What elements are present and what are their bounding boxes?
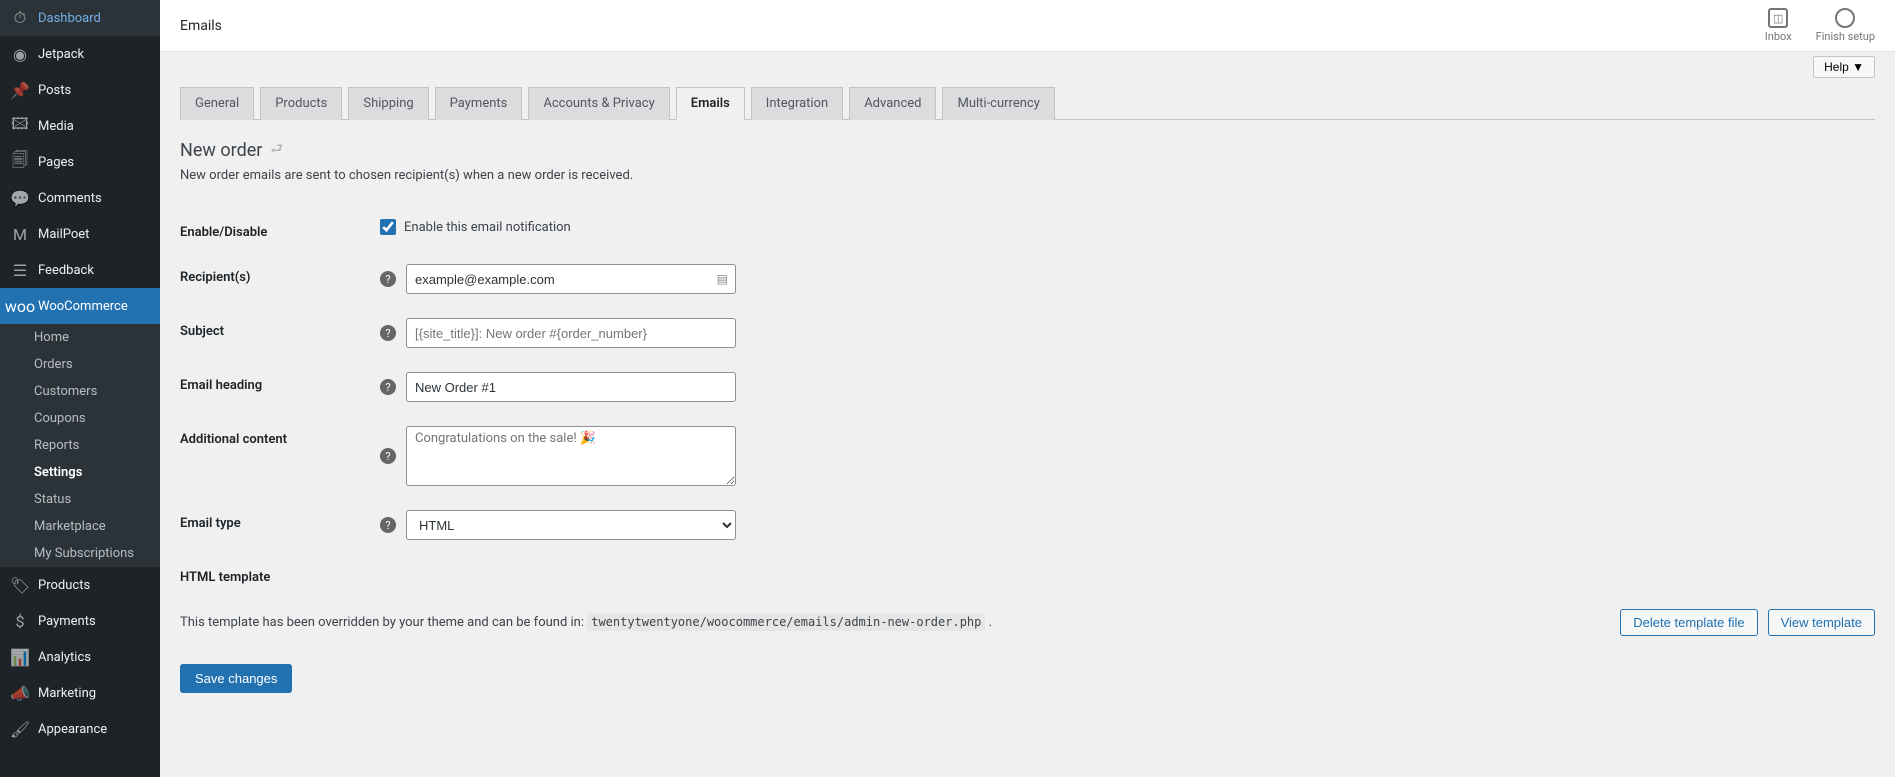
inbox-button[interactable]: ◫ Inbox (1765, 8, 1792, 43)
sidebar-item-jetpack[interactable]: ◉ Jetpack (0, 36, 160, 72)
tab-emails[interactable]: Emails (676, 87, 745, 120)
sidebar-item-label: Analytics (38, 650, 91, 665)
posts-icon: 📌 (10, 80, 30, 100)
jetpack-icon: ◉ (10, 44, 30, 64)
tab-payments[interactable]: Payments (435, 87, 523, 120)
main-content: Emails ◫ Inbox Finish setup Help ▼ Gener… (160, 0, 1895, 777)
sidebar-item-label: Pages (38, 155, 74, 170)
sidebar-item-label: Payments (38, 614, 96, 629)
sidebar-item-products[interactable]: 🏷 Products (0, 567, 160, 603)
recipient-label: Recipient(s) (180, 264, 380, 285)
tab-accounts-privacy[interactable]: Accounts & Privacy (528, 87, 669, 120)
sidebar-item-label: Dashboard (38, 11, 101, 26)
template-override-text: This template has been overridden by you… (180, 615, 992, 630)
tab-integration[interactable]: Integration (751, 87, 843, 120)
template-path: twentytwentyone/woocommerce/emails/admin… (587, 613, 985, 631)
additional-content-textarea[interactable] (406, 426, 736, 486)
sidebar-item-appearance[interactable]: 🖌 Appearance (0, 711, 160, 747)
sidebar-item-analytics[interactable]: 📊 Analytics (0, 639, 160, 675)
contact-icon: ▤ (717, 272, 728, 286)
section-description: New order emails are sent to chosen reci… (180, 168, 1875, 183)
delete-template-button[interactable]: Delete template file (1620, 609, 1757, 636)
recipient-input[interactable] (406, 264, 736, 294)
help-tip-icon[interactable]: ? (380, 448, 396, 464)
tab-multi-currency[interactable]: Multi-currency (942, 87, 1054, 120)
help-tip-icon[interactable]: ? (380, 271, 396, 287)
payments-icon: $ (10, 611, 30, 631)
woocommerce-submenu: HomeOrdersCustomersCouponsReportsSetting… (0, 324, 160, 567)
products-icon: 🏷 (10, 575, 30, 595)
section-title: New order ⮐ (180, 138, 1875, 162)
sidebar-item-label: Jetpack (38, 47, 84, 62)
tab-products[interactable]: Products (260, 87, 342, 120)
setup-progress-icon (1835, 8, 1855, 28)
analytics-icon: 📊 (10, 647, 30, 667)
sidebar-item-payments[interactable]: $ Payments (0, 603, 160, 639)
help-tip-icon[interactable]: ? (380, 379, 396, 395)
sidebar-item-comments[interactable]: 💬 Comments (0, 180, 160, 216)
heading-label: Email heading (180, 372, 380, 393)
tab-shipping[interactable]: Shipping (348, 87, 428, 120)
mailpoet-icon: M (10, 224, 30, 244)
tab-advanced[interactable]: Advanced (849, 87, 936, 120)
help-tip-icon[interactable]: ? (380, 517, 396, 533)
submenu-item-my-subscriptions[interactable]: My Subscriptions (0, 540, 160, 567)
sidebar-item-label: Comments (38, 191, 102, 206)
page-title: Emails (180, 18, 222, 34)
pages-icon: 🗐 (10, 152, 30, 172)
submenu-item-customers[interactable]: Customers (0, 378, 160, 405)
sidebar-item-posts[interactable]: 📌 Posts (0, 72, 160, 108)
submenu-item-status[interactable]: Status (0, 486, 160, 513)
topbar: Emails ◫ Inbox Finish setup (160, 0, 1895, 52)
submenu-item-coupons[interactable]: Coupons (0, 405, 160, 432)
help-toggle[interactable]: Help ▼ (1813, 56, 1875, 78)
template-heading: HTML template (180, 564, 380, 585)
media-icon: 🖾 (10, 116, 30, 136)
view-template-button[interactable]: View template (1768, 609, 1875, 636)
sidebar-item-marketing[interactable]: 📣 Marketing (0, 675, 160, 711)
email-type-select[interactable]: HTML (406, 510, 736, 540)
enable-label: Enable/Disable (180, 219, 380, 240)
submenu-item-home[interactable]: Home (0, 324, 160, 351)
save-button[interactable]: Save changes (180, 664, 292, 693)
submenu-item-orders[interactable]: Orders (0, 351, 160, 378)
back-icon[interactable]: ⮐ (270, 138, 283, 162)
sidebar-item-mailpoet[interactable]: M MailPoet (0, 216, 160, 252)
feedback-icon: ☰ (10, 260, 30, 280)
woocommerce-icon: woo (10, 296, 30, 316)
submenu-item-reports[interactable]: Reports (0, 432, 160, 459)
sidebar-item-woocommerce[interactable]: woo WooCommerce (0, 288, 160, 324)
sidebar-item-label: Posts (38, 83, 71, 98)
sidebar-item-label: WooCommerce (38, 299, 128, 314)
enable-checkbox-label: Enable this email notification (404, 220, 571, 235)
sidebar-item-label: Products (38, 578, 90, 593)
submenu-item-marketplace[interactable]: Marketplace (0, 513, 160, 540)
inbox-icon: ◫ (1768, 8, 1788, 28)
comments-icon: 💬 (10, 188, 30, 208)
subject-input[interactable] (406, 318, 736, 348)
sidebar-item-media[interactable]: 🖾 Media (0, 108, 160, 144)
subject-label: Subject (180, 318, 380, 339)
dashboard-icon: ⏱ (10, 8, 30, 28)
sidebar-item-label: MailPoet (38, 227, 89, 242)
sidebar-item-feedback[interactable]: ☰ Feedback (0, 252, 160, 288)
sidebar-item-label: Feedback (38, 263, 94, 278)
sidebar-item-dashboard[interactable]: ⏱ Dashboard (0, 0, 160, 36)
submenu-item-settings[interactable]: Settings (0, 459, 160, 486)
enable-checkbox[interactable] (380, 219, 396, 235)
admin-sidebar: ⏱ Dashboard ◉ Jetpack 📌 Posts 🖾 Media 🗐 Pages 💬 Com… (0, 0, 160, 777)
sidebar-item-label: Media (38, 119, 74, 134)
heading-input[interactable] (406, 372, 736, 402)
marketing-icon: 📣 (10, 683, 30, 703)
sidebar-item-label: Appearance (38, 722, 107, 737)
appearance-icon: 🖌 (10, 719, 30, 739)
sidebar-item-label: Marketing (38, 686, 96, 701)
additional-label: Additional content (180, 426, 380, 447)
tab-general[interactable]: General (180, 87, 254, 120)
email-type-label: Email type (180, 510, 380, 531)
help-tip-icon[interactable]: ? (380, 325, 396, 341)
finish-setup-button[interactable]: Finish setup (1816, 8, 1875, 43)
sidebar-item-pages[interactable]: 🗐 Pages (0, 144, 160, 180)
settings-tabs: GeneralProductsShippingPaymentsAccounts … (180, 86, 1875, 120)
